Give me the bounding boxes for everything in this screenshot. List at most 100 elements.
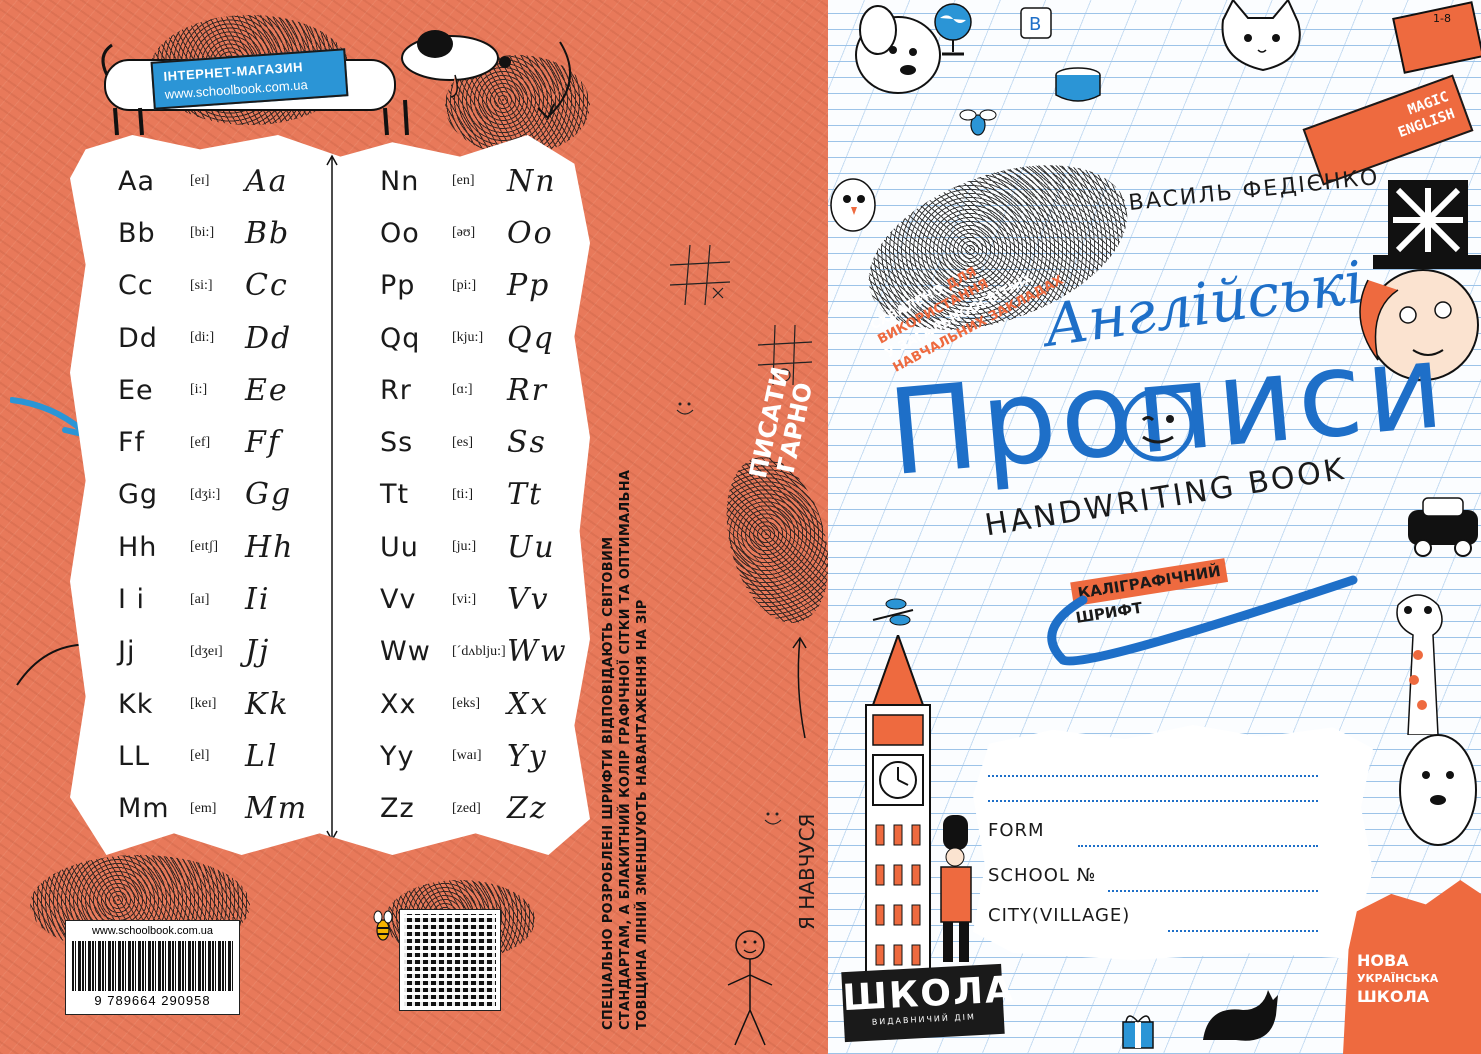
up-arrow-icon xyxy=(792,636,807,739)
alphabet-row: Tt [ti:] Tt xyxy=(380,469,568,521)
alphabet-row: Pp [pi:] Pp xyxy=(380,260,568,312)
book-icon: 1-8 xyxy=(1392,1,1481,74)
letter: Tt xyxy=(380,479,410,511)
nush-school: ШКОЛА xyxy=(1357,987,1430,1006)
alphabet-row: Ff [ef] Ff xyxy=(118,416,308,468)
publisher-name: ШКОЛА xyxy=(841,969,1016,1020)
cursive-letter: Ii xyxy=(245,582,271,618)
phonetic: [ti:] xyxy=(452,486,473,502)
alphabet-row: LL [el] Ll xyxy=(118,730,308,782)
svg-text:1-8: 1-8 xyxy=(1433,12,1451,25)
letter: Xx xyxy=(380,688,417,720)
qr-code[interactable] xyxy=(399,909,501,1011)
alphabet-row: Ee [i:] Ee xyxy=(118,364,308,416)
cursive-letter: Cc xyxy=(245,268,289,304)
alphabet-row: Rr [ɑ:] Rr xyxy=(380,364,568,416)
bird-icon xyxy=(830,178,876,232)
cursive-letter: Gg xyxy=(245,477,293,513)
alphabet-row: Nn [en] Nn xyxy=(380,155,568,207)
alphabet-row: I i [aɪ] Ii xyxy=(118,573,308,625)
alphabet-row: Oo [əʊ] Oo xyxy=(380,207,568,259)
alphabet-row: Vv [vi:] Vv xyxy=(380,573,568,625)
letter-b-cube-icon: B xyxy=(1020,7,1052,39)
cursive-letter: Bb xyxy=(245,215,291,251)
cursive-letter: Ll xyxy=(245,738,279,774)
phonetic: [dʒi:] xyxy=(190,486,221,502)
cursive-letter: Mm xyxy=(245,791,309,827)
cursive-letter: Rr xyxy=(507,372,548,408)
i-will-learn-label: Я НАВЧУСЯ xyxy=(795,813,819,930)
cursive-letter: Aa xyxy=(245,163,289,199)
alphabet-row: Cc [si:] Cc xyxy=(118,260,308,312)
alphabet-row: Zz [zed] Zz xyxy=(380,783,568,835)
alphabet-row: Uu [ju:] Uu xyxy=(380,521,568,573)
svg-text:B: B xyxy=(1029,14,1041,35)
letter: Ee xyxy=(118,374,154,406)
alphabet-sheet: Aa [eɪ] Aa Bb [bi:] Bb Cc [si:] Cc Dd [di:] Dd E… xyxy=(70,135,590,855)
form-field-label: FORM xyxy=(988,820,1045,841)
alphabet-column-a-m: Aa [eɪ] Aa Bb [bi:] Bb Cc [si:] Cc Dd [di:] Dd E… xyxy=(118,155,308,835)
cursive-letter: Hh xyxy=(245,529,295,565)
alphabet-row: Yy [waɪ] Yy xyxy=(380,730,568,782)
isbn-number: 9 789664 290958 xyxy=(94,993,211,1008)
dragonfly-icon xyxy=(872,598,914,626)
alphabet-row: Qq [kju:] Qq xyxy=(380,312,568,364)
back-cover: ІНТЕРНЕТ-МАГАЗИН www.schoolbook.com.ua A… xyxy=(0,0,828,1054)
alphabet-row: Xx [eks] Xx xyxy=(380,678,568,730)
phonetic: [pi:] xyxy=(452,277,477,293)
cursive-letter: Oo xyxy=(507,215,554,251)
phonetic: [en] xyxy=(452,173,475,189)
letter: Ff xyxy=(118,427,146,459)
phonetic: [ˊdʌblju:] xyxy=(452,643,506,659)
cursive-letter: Uu xyxy=(507,529,556,565)
cursive-letter: Jj xyxy=(245,634,271,670)
gift-box-icon xyxy=(1122,1015,1154,1049)
barcode: www.schoolbook.com.ua 9 789664 290958 xyxy=(65,920,240,1015)
alphabet-row: Ss [es] Ss xyxy=(380,416,568,468)
letter: Zz xyxy=(380,793,415,825)
school-field-line[interactable] xyxy=(1108,890,1318,892)
cat-silhouette-icon xyxy=(1203,990,1278,1041)
letter: Nn xyxy=(380,165,420,197)
cursive-letter: Vv xyxy=(507,582,550,618)
phonetic: [ef] xyxy=(190,434,211,450)
alphabet-row: Aa [eɪ] Aa xyxy=(118,155,308,207)
drum-icon xyxy=(1055,67,1101,102)
alphabet-row: Dd [di:] Dd xyxy=(118,312,308,364)
letter: Aa xyxy=(118,165,156,197)
letter: Rr xyxy=(380,374,412,406)
cursive-letter: Ff xyxy=(245,425,281,461)
form-dotted-line[interactable] xyxy=(988,775,1318,777)
front-cover: B 1-8 MAGIC ENGLISH ВАСИЛЬ ФЕДІЄНКО СХВА… xyxy=(828,0,1481,1054)
phonetic: [waɪ] xyxy=(452,748,482,764)
letter: Ww xyxy=(380,636,431,668)
bear-illustration xyxy=(1399,734,1477,846)
letter: Pp xyxy=(380,270,416,302)
alphabet-row: Bb [bi:] Bb xyxy=(118,207,308,259)
cursive-letter: Pp xyxy=(507,268,551,304)
spine-text-line: СПЕЦІАЛЬНО РОЗРОБЛЕНІ ШРИФТИ ВІДПОВІДАЮТ… xyxy=(601,536,616,1030)
cursive-letter: Qq xyxy=(507,320,555,356)
author-name: ВАСИЛЬ ФЕДІЄНКО xyxy=(1127,164,1381,217)
phonetic: [kju:] xyxy=(452,330,484,346)
barcode-bars xyxy=(72,941,233,991)
letter: Oo xyxy=(380,217,420,249)
letter: Gg xyxy=(118,479,159,511)
phonetic: [si:] xyxy=(190,277,213,293)
letter: Ss xyxy=(380,427,414,459)
spine-text-line: СТАНДАРТАМ, А БЛАКИТНИЙ КОЛІР ГРАФІЧНОЇ … xyxy=(618,469,633,1030)
form-field-line[interactable] xyxy=(1078,845,1318,847)
alphabet-row: Hh [eɪtʃ] Hh xyxy=(118,521,308,573)
phonetic: [eɪtʃ] xyxy=(190,539,218,555)
phonetic: [bi:] xyxy=(190,225,215,241)
phonetic: [el] xyxy=(190,748,210,764)
city-field-line[interactable] xyxy=(1168,930,1318,932)
form-dotted-line[interactable] xyxy=(988,800,1318,802)
curved-arrow-icon xyxy=(537,41,572,120)
phonetic: [ju:] xyxy=(452,539,477,555)
smiley-icon xyxy=(764,812,782,825)
stick-figure-doodle xyxy=(727,930,773,1046)
globe-icon xyxy=(934,3,972,56)
cursive-letter: Dd xyxy=(245,320,293,356)
letter: Qq xyxy=(380,322,421,354)
